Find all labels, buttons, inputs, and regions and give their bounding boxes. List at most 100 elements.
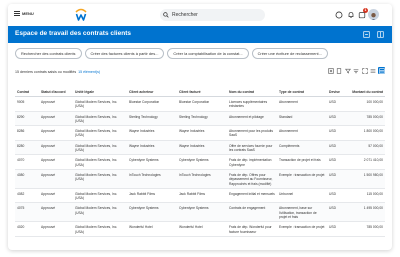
- sort-icon[interactable]: [353, 67, 360, 74]
- bill-to-link[interactable]: Wayne Industries: [177, 125, 227, 141]
- pdf-export-icon[interactable]: [336, 67, 343, 74]
- contract-id-link[interactable]: 8290: [15, 111, 39, 127]
- status-cell: Approuvé: [39, 221, 73, 237]
- col-header-contract-type[interactable]: Type de contrat: [277, 83, 327, 97]
- status-cell: Approuvé: [39, 202, 73, 223]
- filter-icon[interactable]: [344, 67, 351, 74]
- sold-to-link[interactable]: Jack Rabbit Films: [127, 188, 177, 204]
- workday-logo[interactable]: [74, 8, 88, 22]
- sold-to-link[interactable]: Wayne Industries: [127, 140, 177, 156]
- contract-type-link[interactable]: Unbunnel: [277, 188, 327, 204]
- inbox-icon[interactable]: 1: [357, 8, 368, 20]
- contract-type-link[interactable]: Exemple : transaction de projet: [277, 221, 327, 237]
- bill-to-link[interactable]: Cyberdyne Systems: [177, 154, 227, 170]
- search-input[interactable]: [172, 12, 252, 18]
- contract-id-link[interactable]: 4082: [15, 188, 39, 204]
- create-reclass-button[interactable]: Créer une écriture de reclassement...: [251, 48, 328, 59]
- search-icon: [160, 9, 172, 21]
- create-accrual-button[interactable]: Créer la comptabilisation de la constat.…: [167, 48, 249, 59]
- legal-unit-link[interactable]: Global Modern Services, Inc. (USA): [73, 111, 127, 127]
- currency-link[interactable]: USD: [327, 125, 349, 141]
- currency-link[interactable]: USD: [327, 111, 349, 127]
- col-header-contract-name[interactable]: Nom du contrat: [227, 83, 277, 97]
- currency-link[interactable]: USD: [327, 96, 349, 112]
- sold-to-link[interactable]: Wonderful Hotel: [127, 221, 177, 237]
- bill-to-link[interactable]: Wonderful Hotel: [177, 221, 227, 237]
- col-header-status[interactable]: Statut d'accord: [39, 83, 73, 97]
- sold-to-link[interactable]: Wayne Industries: [127, 125, 177, 141]
- find-contracts-button[interactable]: Rechercher des contrats clients: [15, 48, 82, 59]
- notifications-bell-icon[interactable]: [346, 10, 356, 20]
- sold-to-link[interactable]: Bluestar Corporation: [127, 96, 177, 112]
- user-avatar[interactable]: [368, 9, 379, 20]
- col-header-legal-unit[interactable]: Unité légale: [73, 83, 127, 97]
- table-row: 4082 Approuvé Global Modern Services, In…: [15, 188, 385, 204]
- contract-id-link[interactable]: 4080: [15, 169, 39, 189]
- menu-label: MENU: [22, 11, 34, 16]
- legal-unit-link[interactable]: Global Modern Services, Inc. (USA): [73, 154, 127, 170]
- sold-to-link[interactable]: Sterling Technology: [127, 111, 177, 127]
- contract-type-link[interactable]: Exemple : transaction de projet: [277, 169, 327, 189]
- contract-type-link[interactable]: Abonnement, base sur l'utilisation, tran…: [277, 202, 327, 223]
- col-header-sold-to[interactable]: Client acheteur: [127, 83, 177, 97]
- legal-unit-link[interactable]: Global Modern Services, Inc. (USA): [73, 96, 127, 112]
- legal-unit-link[interactable]: Global Modern Services, Inc. (USA): [73, 188, 127, 204]
- contract-id-link[interactable]: 4020: [15, 221, 39, 237]
- legal-unit-link[interactable]: Global Modern Services, Inc. (USA): [73, 125, 127, 141]
- list-view-icon[interactable]: [370, 67, 377, 74]
- table-row: 4080 Approuvé Global Modern Services, In…: [15, 169, 385, 189]
- excel-export-icon[interactable]: [327, 67, 334, 74]
- status-cell: Approuvé: [39, 188, 73, 204]
- bill-to-link[interactable]: InTouch Technologies: [177, 169, 227, 189]
- bill-to-link[interactable]: Bluestar Corporation: [177, 96, 227, 112]
- currency-link[interactable]: USD: [327, 221, 349, 237]
- amount-cell: 1 500 980,00: [349, 169, 385, 189]
- amount-cell: 785 000,00: [349, 111, 385, 127]
- currency-link[interactable]: USD: [327, 140, 349, 156]
- col-header-bill-to[interactable]: Client facturé: [177, 83, 227, 97]
- table-view-icon[interactable]: [378, 67, 385, 74]
- currency-link[interactable]: USD: [327, 202, 349, 223]
- contract-type-link[interactable]: Abonnement: [277, 96, 327, 112]
- bill-to-link[interactable]: Wayne Industries: [177, 140, 227, 156]
- contract-name-cell: Licences supplémentaires existantes: [227, 96, 277, 112]
- sold-to-link[interactable]: Cyberdyne Systems: [127, 202, 177, 223]
- chat-icon[interactable]: [334, 10, 344, 20]
- bill-to-link[interactable]: Cyberdyne Systems: [177, 202, 227, 223]
- legal-unit-link[interactable]: Global Modern Services, Inc. (USA): [73, 202, 127, 223]
- contract-type-link[interactable]: Abonnement: [277, 125, 327, 141]
- menu-button[interactable]: MENU: [14, 11, 34, 16]
- bill-to-link[interactable]: Sterling Technology: [177, 111, 227, 127]
- table-caption-text: 15 derniers contrats saisis ou modifiés: [15, 70, 77, 74]
- col-header-contract[interactable]: Contrat: [15, 83, 39, 97]
- related-actions-icon[interactable]: [376, 30, 385, 39]
- contract-id-link[interactable]: 8280: [15, 140, 39, 156]
- export-icon[interactable]: [362, 30, 371, 39]
- legal-unit-link[interactable]: Global Modern Services, Inc. (USA): [73, 169, 127, 189]
- contract-type-link[interactable]: Standard: [277, 111, 327, 127]
- legal-unit-link[interactable]: Global Modern Services, Inc. (USA): [73, 221, 127, 237]
- amount-cell: 2 071 410,00: [349, 154, 385, 170]
- currency-link[interactable]: USD: [327, 154, 349, 170]
- currency-link[interactable]: USD: [327, 188, 349, 204]
- contract-id-link[interactable]: 8286: [15, 125, 39, 141]
- contract-id-link[interactable]: 9005: [15, 96, 39, 112]
- contract-type-link[interactable]: Compléments: [277, 140, 327, 156]
- table-row: 4075 Approuvé Global Modern Services, In…: [15, 202, 385, 223]
- currency-link[interactable]: USD: [327, 169, 349, 189]
- legal-unit-link[interactable]: Global Modern Services, Inc. (USA): [73, 140, 127, 156]
- contract-id-link[interactable]: 4075: [15, 202, 39, 223]
- contract-name-cell: Offre de services fournie pour les contr…: [227, 140, 277, 156]
- create-invoices-button[interactable]: Créer des factures clients à partir des.…: [84, 48, 165, 59]
- sold-to-link[interactable]: InTouch Technologies: [127, 169, 177, 189]
- amount-cell: 1 495 000,00: [349, 202, 385, 223]
- contract-type-link[interactable]: Transaction de projet et frais: [277, 154, 327, 170]
- contract-id-link[interactable]: 4070: [15, 154, 39, 170]
- col-header-currency[interactable]: Devise: [327, 83, 349, 97]
- col-header-amount[interactable]: Montant du contrat: [349, 83, 385, 97]
- sold-to-link[interactable]: Cyberdyne Systems: [127, 154, 177, 170]
- bill-to-link[interactable]: Jack Rabbit Films: [177, 188, 227, 204]
- status-cell: Approuvé: [39, 125, 73, 141]
- search-box[interactable]: [160, 9, 265, 21]
- fullscreen-icon[interactable]: [361, 67, 368, 74]
